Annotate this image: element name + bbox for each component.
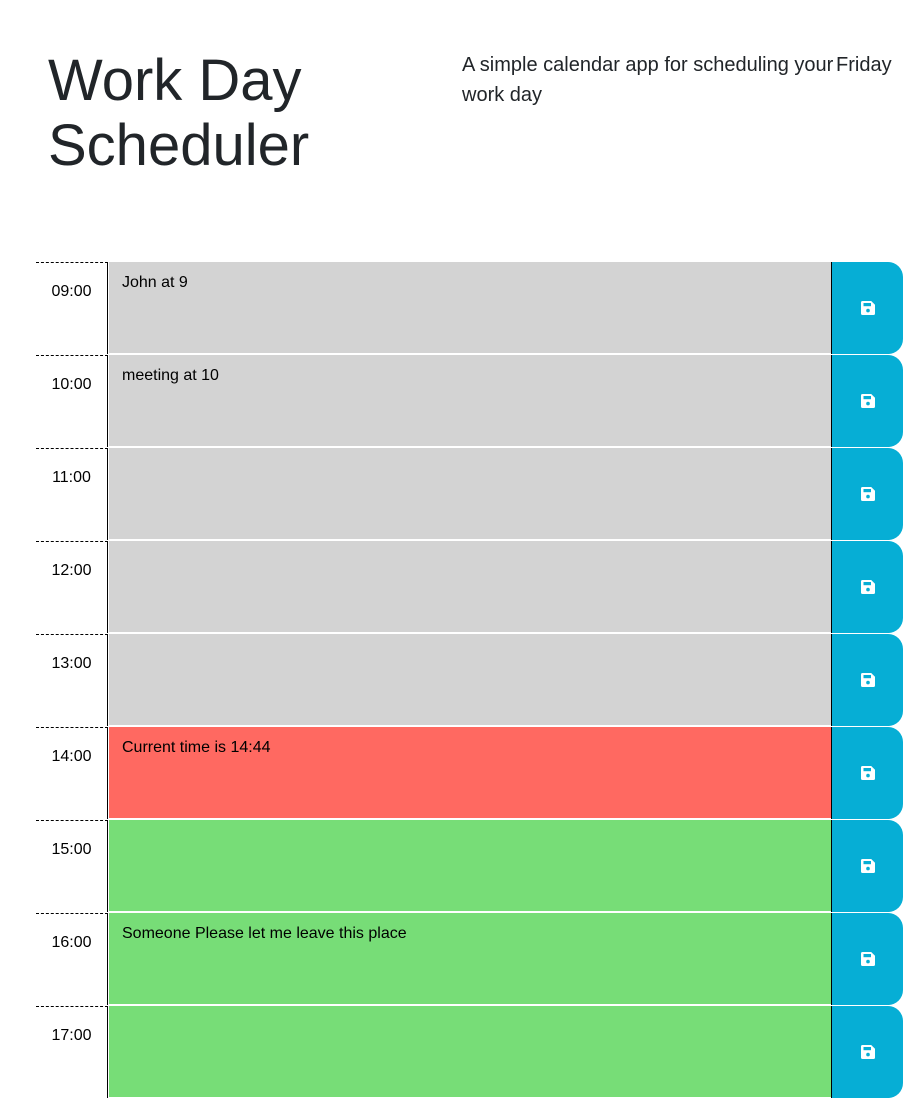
page-description: A simple calendar app for scheduling you… (462, 54, 834, 106)
current-day: Friday (836, 54, 892, 76)
event-input[interactable] (109, 541, 831, 633)
event-input[interactable]: John at 9 (109, 262, 831, 354)
hour-label: 14:00 (36, 727, 108, 819)
save-button[interactable] (831, 820, 903, 912)
hour-label: 09:00 (36, 262, 108, 354)
hour-label: 12:00 (36, 541, 108, 633)
floppy-disk-icon (860, 580, 875, 594)
save-button[interactable] (831, 541, 903, 633)
time-block-09: 09:00 John at 9 (36, 262, 903, 355)
time-block-14: 14:00 Current time is 14:44 (36, 727, 903, 820)
save-button[interactable] (831, 913, 903, 1005)
time-block-13: 13:00 (36, 634, 903, 727)
floppy-disk-icon (860, 952, 875, 966)
save-button[interactable] (831, 448, 903, 540)
event-input[interactable]: Someone Please let me leave this place (109, 913, 831, 1005)
time-block-16: 16:00 Someone Please let me leave this p… (36, 913, 903, 1006)
floppy-disk-icon (860, 394, 875, 408)
save-button[interactable] (831, 262, 903, 354)
time-block-11: 11:00 (36, 448, 903, 541)
page-header: Work Day Scheduler A simple calendar app… (0, 0, 922, 230)
save-button[interactable] (831, 634, 903, 726)
save-button[interactable] (831, 727, 903, 819)
event-input[interactable] (109, 820, 831, 912)
page-title: Work Day Scheduler (48, 48, 310, 178)
event-input[interactable] (109, 448, 831, 540)
hour-label: 16:00 (36, 913, 108, 1005)
event-input[interactable]: Current time is 14:44 (109, 727, 831, 819)
floppy-disk-icon (860, 766, 875, 780)
floppy-disk-icon (860, 673, 875, 687)
scheduler: 09:00 John at 9 10:00 meeting at 10 11:0… (36, 262, 903, 1099)
event-input[interactable] (109, 1006, 831, 1098)
save-button[interactable] (831, 355, 903, 447)
time-block-12: 12:00 (36, 541, 903, 634)
event-input[interactable]: meeting at 10 (109, 355, 831, 447)
save-button[interactable] (831, 1006, 903, 1098)
floppy-disk-icon (860, 1045, 875, 1059)
time-block-10: 10:00 meeting at 10 (36, 355, 903, 448)
hour-label: 17:00 (36, 1006, 108, 1098)
event-input[interactable] (109, 634, 831, 726)
time-block-15: 15:00 (36, 820, 903, 913)
hour-label: 10:00 (36, 355, 108, 447)
floppy-disk-icon (860, 487, 875, 501)
hour-label: 11:00 (36, 448, 108, 540)
floppy-disk-icon (860, 301, 875, 315)
floppy-disk-icon (860, 859, 875, 873)
hour-label: 15:00 (36, 820, 108, 912)
time-block-17: 17:00 (36, 1006, 903, 1099)
hour-label: 13:00 (36, 634, 108, 726)
